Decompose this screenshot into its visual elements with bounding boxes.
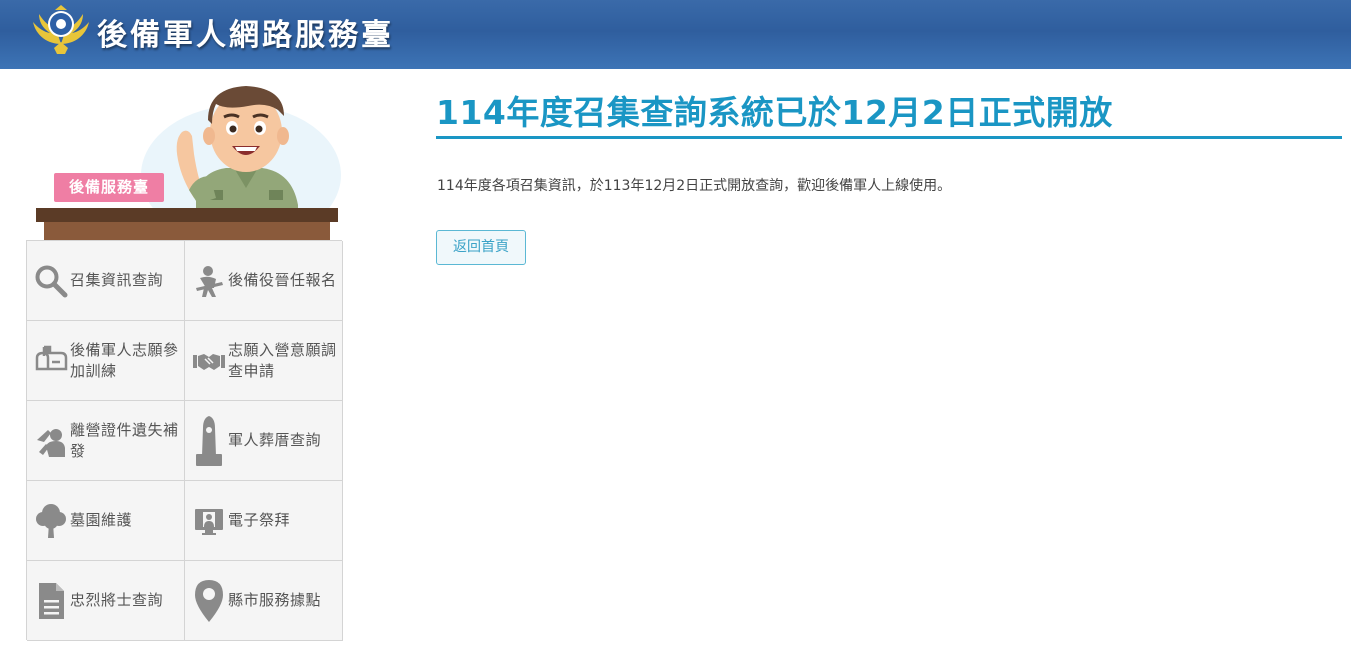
map-pin-icon bbox=[191, 579, 227, 622]
soldier-icon bbox=[191, 261, 227, 301]
menu-item-discharge-doc-reissue[interactable]: 離營證件遺失補發 bbox=[27, 401, 185, 481]
back-to-home-button[interactable]: 返回首頁 bbox=[436, 230, 526, 265]
memorial-icon bbox=[191, 415, 227, 466]
tree-icon bbox=[33, 501, 69, 541]
title-divider bbox=[436, 136, 1342, 139]
menu-item-label: 後備役晉任報名 bbox=[228, 271, 337, 289]
site-header: 後備軍人網路服務臺 bbox=[0, 0, 1351, 69]
menu-item-martyrs-query[interactable]: 忠烈將士查詢 bbox=[27, 561, 185, 641]
sidebar-menu: 召集資訊查詢 後備役晉任報名 後備軍人志願參加訓練 志願入營意願調查申請 離營證… bbox=[26, 240, 343, 641]
menu-item-cemetery-maintenance[interactable]: 墓園維護 bbox=[27, 481, 185, 561]
service-desk-label: 後備服務臺 bbox=[54, 173, 164, 202]
menu-item-label: 忠烈將士查詢 bbox=[70, 591, 164, 609]
menu-item-volunteer-training[interactable]: 後備軍人志願參加訓練 bbox=[27, 321, 185, 401]
menu-item-label: 電子祭拜 bbox=[228, 511, 291, 529]
menu-item-label: 墓園維護 bbox=[70, 511, 133, 529]
menu-item-reserve-promotion-signup[interactable]: 後備役晉任報名 bbox=[185, 241, 343, 321]
menu-item-label: 軍人葬厝查詢 bbox=[228, 431, 322, 449]
menu-item-mobilization-query[interactable]: 召集資訊查詢 bbox=[27, 241, 185, 321]
emblem-logo-icon[interactable] bbox=[30, 4, 92, 56]
mailbox-icon bbox=[33, 341, 69, 381]
menu-item-label: 後備軍人志願參加訓練 bbox=[70, 340, 179, 380]
menu-item-online-memorial[interactable]: 電子祭拜 bbox=[185, 481, 343, 561]
document-icon bbox=[33, 581, 69, 621]
menu-item-enlistment-survey[interactable]: 志願入營意願調查申請 bbox=[185, 321, 343, 401]
page-title: 114年度召集查詢系統已於12月2日正式開放 bbox=[436, 93, 1113, 132]
menu-item-military-cemetery-query[interactable]: 軍人葬厝查詢 bbox=[185, 401, 343, 481]
search-icon bbox=[33, 261, 69, 301]
service-desk-banner[interactable]: 後備服務臺 bbox=[26, 80, 342, 245]
announcement-text: 114年度各項召集資訊，於113年12月2日正式開放查詢，歡迎後備軍人上線使用。 bbox=[437, 178, 952, 194]
menu-item-label: 志願入營意願調查申請 bbox=[228, 340, 337, 380]
portrait-monitor-icon bbox=[191, 501, 227, 541]
menu-item-service-locations[interactable]: 縣市服務據點 bbox=[185, 561, 343, 641]
salute-icon bbox=[33, 421, 69, 461]
menu-item-label: 召集資訊查詢 bbox=[70, 271, 164, 289]
site-title[interactable]: 後備軍人網路服務臺 bbox=[97, 10, 394, 54]
handshake-icon bbox=[191, 341, 227, 381]
menu-item-label: 縣市服務據點 bbox=[228, 591, 322, 609]
menu-item-label: 離營證件遺失補發 bbox=[70, 420, 179, 460]
soldier-mascot-illustration bbox=[36, 86, 341, 245]
